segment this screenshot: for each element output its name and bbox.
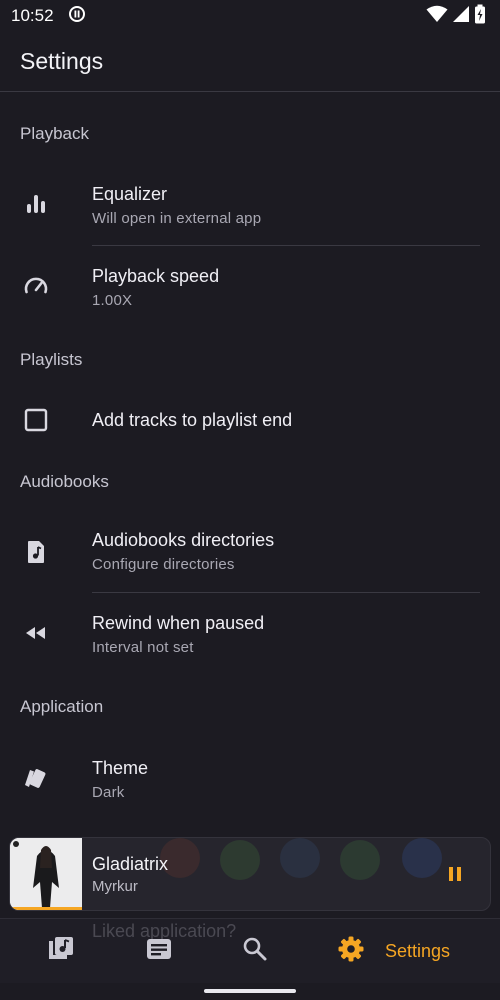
checkbox-unchecked-icon[interactable]: [20, 404, 52, 436]
playback-speed-value: 1.00X: [92, 292, 133, 309]
equalizer-title: Equalizer: [92, 184, 168, 204]
divider: [92, 245, 480, 246]
mini-player[interactable]: Gladiatrix Myrkur: [9, 837, 491, 911]
status-time: 10:52: [11, 6, 54, 25]
album-color-backdrop: [160, 838, 442, 880]
playback-speed-setting[interactable]: Playback speed 1.00X: [0, 248, 500, 328]
status-bar: 10:52: [0, 0, 500, 32]
theme-title: Theme: [92, 758, 149, 778]
equalizer-icon: [20, 188, 52, 220]
search-icon: [242, 936, 268, 967]
library-icon: [47, 935, 75, 968]
rewind-subtitle: Interval not set: [92, 639, 194, 656]
divider: [92, 592, 480, 593]
theme-swatch-icon: [20, 762, 52, 794]
nav-search[interactable]: [242, 933, 268, 969]
section-header-playback: Playback: [20, 124, 89, 143]
equalizer-subtitle: Will open in external app: [92, 210, 262, 227]
track-artist: Myrkur: [92, 878, 138, 895]
section-header-audiobooks: Audiobooks: [20, 472, 109, 491]
bottom-navigation: Liked application? Settings: [0, 918, 500, 983]
nav-settings[interactable]: Settings: [337, 933, 450, 969]
pause-icon: [449, 867, 461, 881]
audiobooks-directories-title: Audiobooks directories: [92, 530, 275, 550]
nav-library[interactable]: [47, 933, 75, 969]
audiobooks-directories-subtitle: Configure directories: [92, 556, 235, 573]
theme-value: Dark: [92, 784, 125, 801]
nav-settings-label: Settings: [385, 940, 451, 961]
playback-progress-bar: [10, 907, 82, 910]
home-indicator: [204, 989, 296, 993]
app-bar: Settings: [0, 32, 500, 92]
add-tracks-to-end-setting[interactable]: Add tracks to playlist end: [0, 390, 500, 450]
speedometer-icon: [20, 270, 52, 302]
audiobook-folder-icon: [20, 536, 52, 568]
rewind-icon: [20, 617, 52, 649]
album-art[interactable]: [10, 838, 82, 910]
page-title: Settings: [20, 48, 104, 74]
pause-button[interactable]: [443, 862, 467, 886]
playlists-icon: [145, 935, 173, 968]
track-title: Gladiatrix: [92, 854, 169, 874]
playback-speed-title: Playback speed: [92, 266, 220, 286]
settings-icon: [337, 935, 365, 968]
equalizer-setting[interactable]: Equalizer Will open in external app: [0, 166, 500, 246]
theme-setting[interactable]: Theme Dark: [0, 740, 500, 820]
section-header-application: Application: [20, 697, 104, 716]
rewind-title: Rewind when paused: [92, 613, 265, 633]
wifi-icon: [426, 5, 448, 28]
rewind-when-paused-setting[interactable]: Rewind when paused Interval not set: [0, 595, 500, 675]
audiobooks-directories-setting[interactable]: Audiobooks directories Configure directo…: [0, 512, 500, 592]
nav-playlists[interactable]: [145, 933, 173, 969]
add-tracks-title: Add tracks to playlist end: [92, 410, 293, 430]
media-notification-icon: [68, 5, 86, 28]
signal-icon: [452, 5, 470, 28]
battery-icon: [474, 4, 486, 29]
section-header-playlists: Playlists: [20, 350, 83, 369]
